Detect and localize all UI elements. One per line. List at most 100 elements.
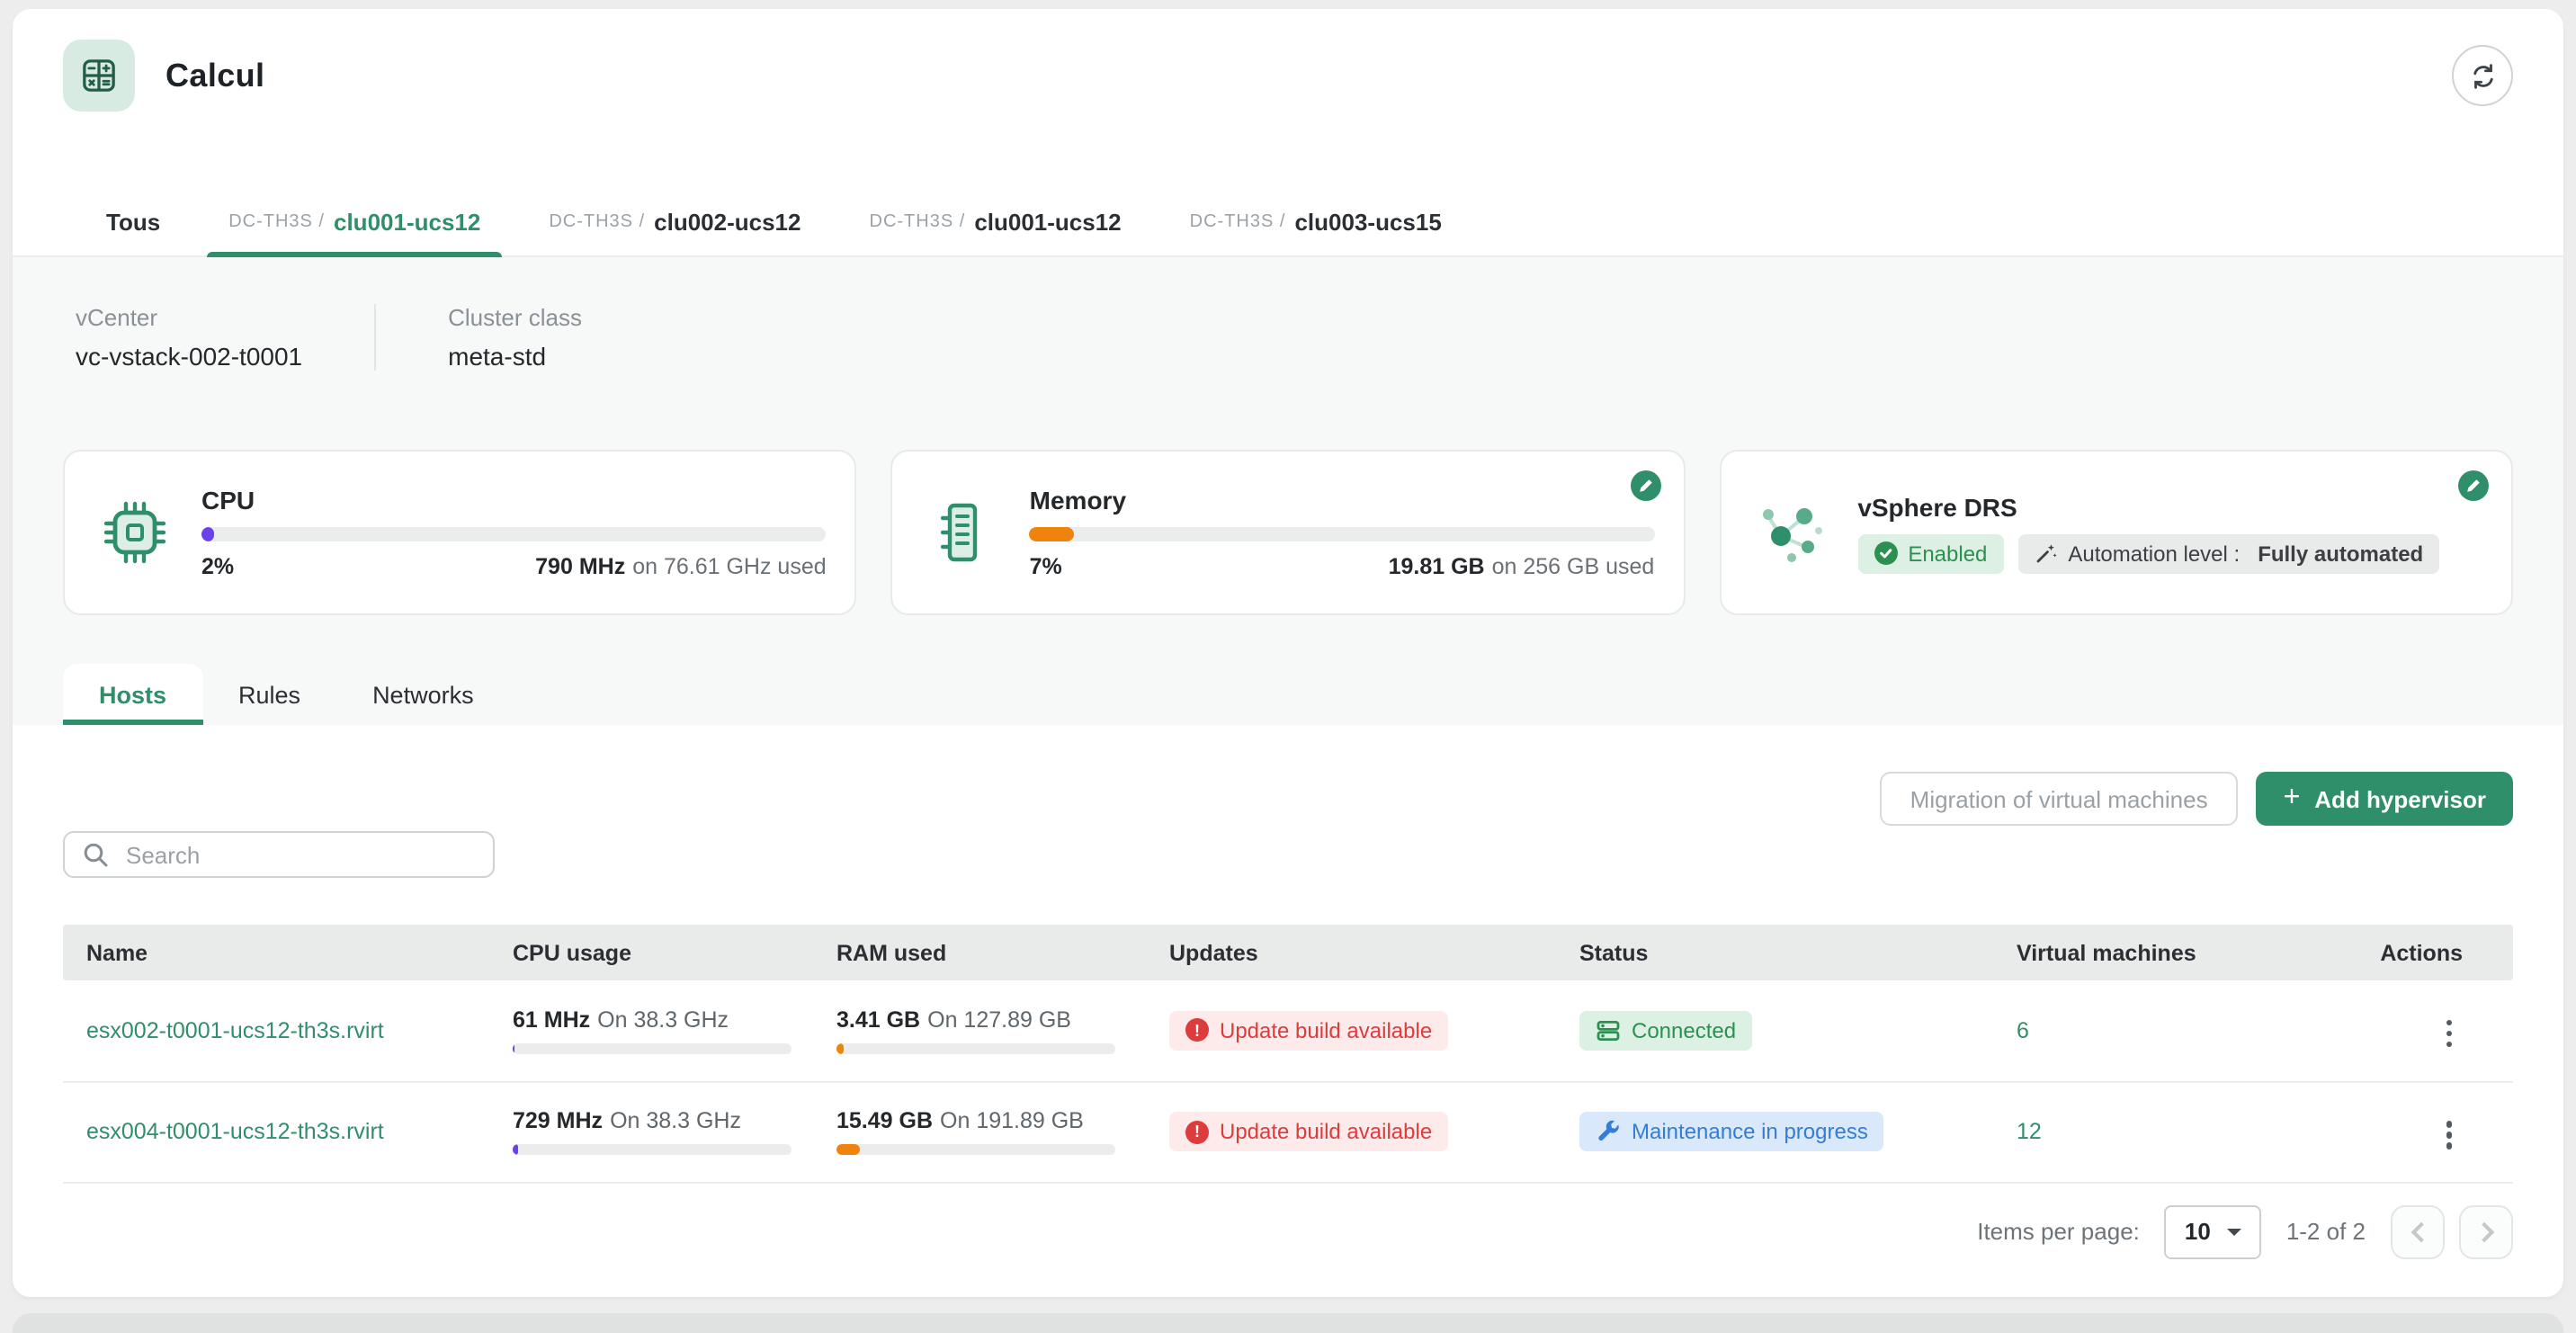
tab-clu001-ucs12[interactable]: DC-TH3S / clu001-ucs12	[200, 189, 509, 255]
cluster-tabs: Tous DC-TH3S / clu001-ucs12 DC-TH3S / cl…	[13, 189, 2563, 257]
status-badge-connected: Connected	[1579, 1011, 1752, 1051]
vm-count-link[interactable]: 6	[2017, 1018, 2029, 1043]
ram-used-cell: 3.41 GBOn 127.89 GB	[818, 980, 1151, 1081]
cpu-usage-bar	[201, 527, 827, 541]
cpu-usage-fill	[201, 527, 214, 541]
toolbar: Migration of virtual machines + Add hype…	[63, 772, 2513, 826]
column-header-ram: RAM used	[818, 925, 1151, 980]
row-actions-button[interactable]	[2435, 1114, 2463, 1156]
page-title: Calcul	[165, 57, 264, 94]
cpu-card: CPU 2% 790 MHzon 76.61 GHz used	[63, 450, 857, 615]
cpu-card-title: CPU	[201, 486, 827, 514]
name-cell: esx002-t0001-ucs12-th3s.rvirt	[63, 980, 495, 1081]
hosts-table: Name CPU usage RAM used Updates Status V…	[63, 925, 2513, 1183]
calculator-icon	[63, 40, 135, 112]
tab-networks[interactable]: Networks	[336, 664, 510, 725]
memory-percent: 7%	[1030, 554, 1062, 579]
plus-icon: +	[2284, 784, 2301, 813]
prev-page-button[interactable]	[2391, 1204, 2445, 1258]
next-panel-edge	[13, 1313, 2563, 1333]
status-cell: Maintenance in progress	[1561, 1081, 1999, 1182]
actions-cell	[2357, 980, 2513, 1081]
column-header-status: Status	[1561, 925, 1999, 980]
cluster-class-label: Cluster class	[448, 304, 582, 331]
ram-used-bar	[836, 1043, 1115, 1054]
drs-edit-button[interactable]	[2457, 470, 2490, 502]
update-badge: ! Update build available	[1169, 1011, 1448, 1051]
refresh-button[interactable]	[2452, 45, 2513, 106]
memory-usage-bar	[1030, 527, 1655, 541]
column-header-cpu: CPU usage	[495, 925, 818, 980]
compute-panel: Calcul Tous	[13, 9, 2563, 1297]
cpu-usage-cell: 61 MHzOn 38.3 GHz	[495, 980, 818, 1081]
updates-cell: ! Update build available	[1151, 980, 1561, 1081]
cpu-usage-cell: 729 MHzOn 38.3 GHz	[495, 1081, 818, 1182]
cpu-usage-bar	[513, 1144, 792, 1155]
column-header-name: Name	[63, 925, 495, 980]
drs-card: vSphere DRS Enabled	[1719, 450, 2513, 615]
resource-cards: CPU 2% 790 MHzon 76.61 GHz used	[63, 450, 2513, 615]
updates-cell: ! Update build available	[1151, 1081, 1561, 1182]
cpu-icon	[94, 497, 176, 568]
actions-cell	[2357, 1081, 2513, 1182]
cpu-usage-bar	[513, 1043, 792, 1054]
tab-clu003-ucs15[interactable]: DC-TH3S / clu003-ucs15	[1161, 189, 1471, 255]
memory-icon	[922, 497, 1005, 568]
add-hypervisor-button[interactable]: + Add hypervisor	[2257, 772, 2513, 826]
connected-icon	[1596, 1018, 1621, 1043]
host-name-link[interactable]: esx002-t0001-ucs12-th3s.rvirt	[86, 1018, 384, 1043]
pagination: Items per page: 10 1-2 of 2	[63, 1204, 2513, 1258]
items-per-page-label: Items per page:	[1977, 1218, 2140, 1245]
cluster-info: vCenter vc-vstack-002-t0001 Cluster clas…	[63, 257, 2513, 450]
search-input[interactable]	[122, 839, 475, 870]
vm-count-cell: 6	[1999, 980, 2357, 1081]
page-size-select[interactable]: 10	[2165, 1204, 2261, 1258]
sync-icon	[2467, 60, 2498, 91]
chevron-left-icon	[2411, 1221, 2431, 1242]
maintenance-wrench-icon	[1596, 1119, 1621, 1144]
memory-usage-fill	[1030, 527, 1074, 541]
cluster-class-value: meta-std	[448, 342, 582, 371]
section-tabs: Hosts Rules Networks	[63, 664, 2513, 725]
page-header: Calcul	[13, 9, 2563, 189]
search-box[interactable]	[63, 831, 495, 878]
vcenter-label: vCenter	[76, 304, 302, 331]
alert-icon: !	[1185, 1120, 1209, 1143]
tab-tous[interactable]: Tous	[77, 189, 189, 255]
next-page-button[interactable]	[2459, 1204, 2513, 1258]
migrate-vms-button[interactable]: Migration of virtual machines	[1880, 772, 2239, 826]
table-header-row: Name CPU usage RAM used Updates Status V…	[63, 925, 2513, 980]
memory-edit-button[interactable]	[1629, 470, 1661, 502]
hosts-section: Migration of virtual machines + Add hype…	[13, 772, 2563, 1258]
drs-enabled-badge: Enabled	[1857, 533, 2003, 573]
memory-usage-text: 19.81 GBon 256 GB used	[1389, 554, 1655, 579]
memory-card: Memory 7% 19.81 GBon 256 GB used	[891, 450, 1686, 615]
check-circle-icon	[1874, 541, 1897, 565]
caret-down-icon	[2227, 1228, 2241, 1235]
vm-count-link[interactable]: 12	[2017, 1119, 2042, 1144]
chevron-right-icon	[2473, 1221, 2494, 1242]
memory-card-title: Memory	[1030, 486, 1655, 514]
page-range: 1-2 of 2	[2286, 1218, 2366, 1245]
tab-rules[interactable]: Rules	[202, 664, 336, 725]
vertical-divider	[374, 304, 376, 371]
column-header-updates: Updates	[1151, 925, 1561, 980]
tab-hosts[interactable]: Hosts	[63, 664, 202, 725]
host-name-link[interactable]: esx004-t0001-ucs12-th3s.rvirt	[86, 1119, 384, 1144]
drs-automation-badge: Automation level :Fully automated	[2017, 533, 2439, 573]
table-row: esx002-t0001-ucs12-th3s.rvirt 61 MHzOn 3…	[63, 980, 2513, 1081]
ram-used-cell: 15.49 GBOn 191.89 GB	[818, 1081, 1151, 1182]
drs-cluster-icon	[1749, 493, 1832, 572]
wand-icon	[2034, 541, 2057, 565]
tab-clu001-ucs12-b[interactable]: DC-TH3S / clu001-ucs12	[841, 189, 1150, 255]
viewport: Calcul Tous	[0, 0, 2576, 1333]
column-header-vms: Virtual machines	[1999, 925, 2357, 980]
row-actions-button[interactable]	[2435, 1013, 2463, 1055]
cpu-usage-text: 790 MHzon 76.61 GHz used	[535, 554, 827, 579]
cluster-overview-band: vCenter vc-vstack-002-t0001 Cluster clas…	[13, 257, 2563, 725]
tab-clu002-ucs12[interactable]: DC-TH3S / clu002-ucs12	[520, 189, 829, 255]
status-badge-maintenance: Maintenance in progress	[1579, 1112, 1884, 1151]
drs-card-title: vSphere DRS	[1857, 492, 2482, 521]
column-header-actions: Actions	[2357, 925, 2513, 980]
alert-icon: !	[1185, 1019, 1209, 1042]
